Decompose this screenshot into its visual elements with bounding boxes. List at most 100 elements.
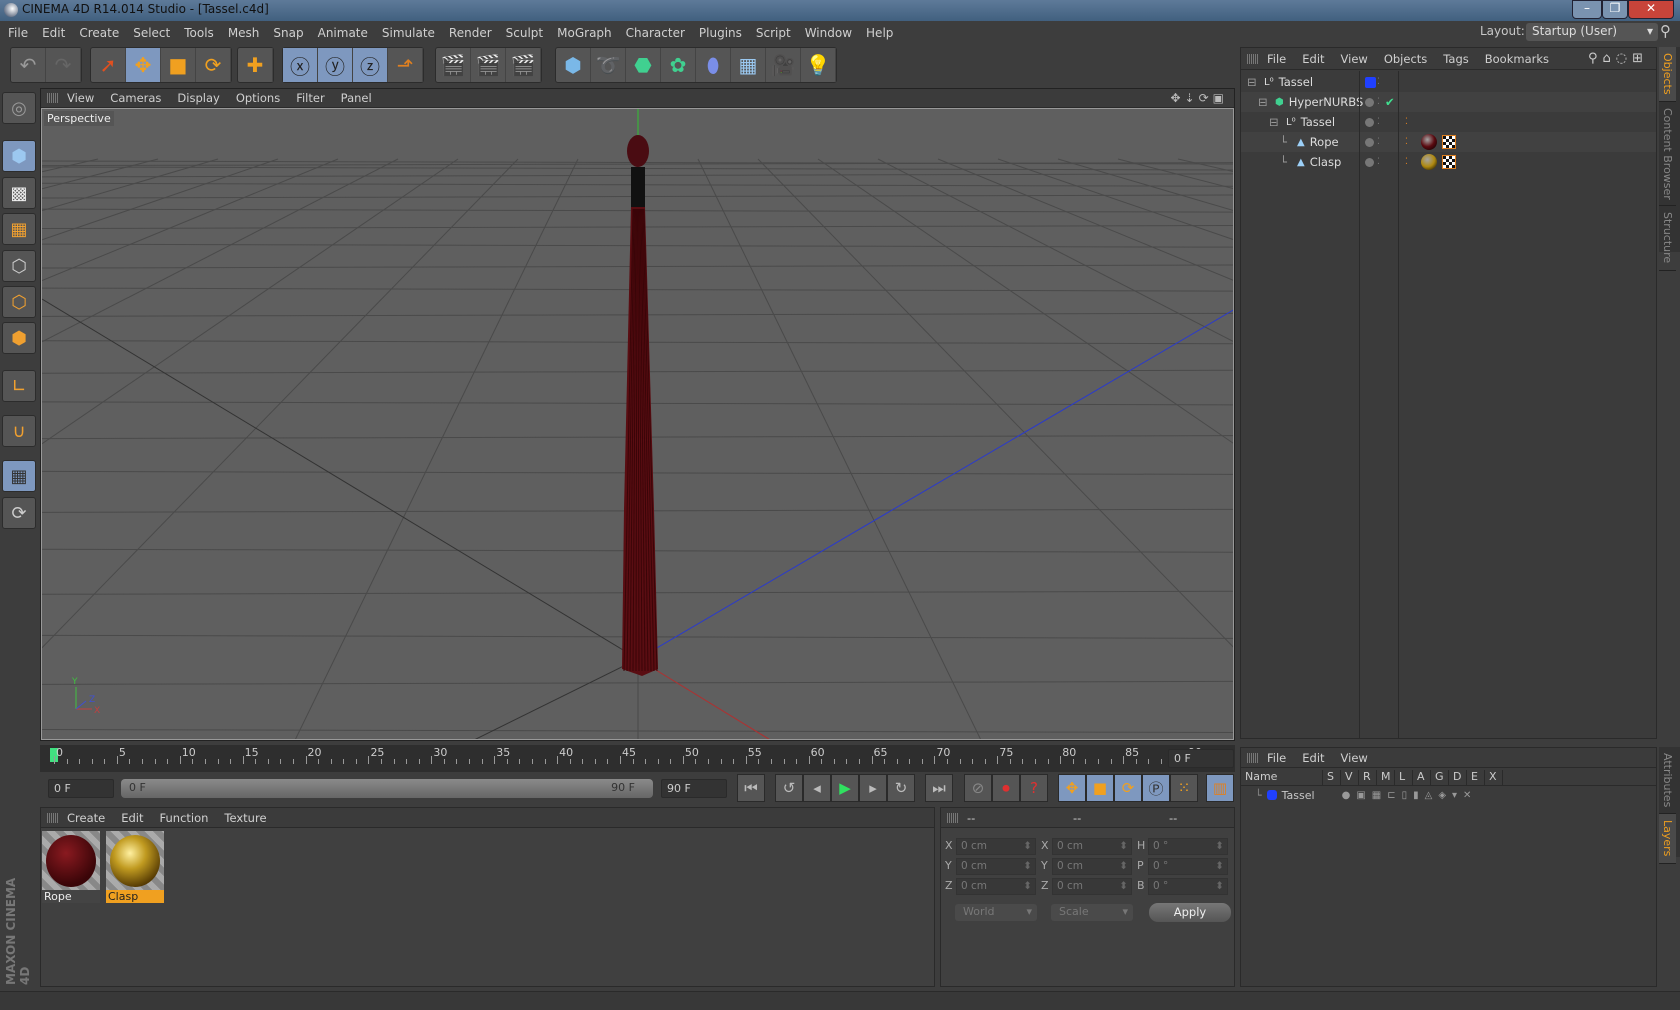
coordinate-field[interactable]: 0 cm ⬍ bbox=[956, 858, 1036, 875]
visibility-dot-icon[interactable] bbox=[1365, 157, 1374, 167]
snap-magnet-icon[interactable]: ∪ bbox=[2, 415, 36, 447]
key-parameter-icon[interactable]: Ⓟ bbox=[1142, 774, 1170, 802]
coordinate-field[interactable]: 0 ° ⬍ bbox=[1148, 878, 1228, 895]
column-header-l[interactable]: L bbox=[1395, 770, 1413, 785]
column-header-m[interactable]: M bbox=[1377, 770, 1395, 785]
tab-layers[interactable]: Layers bbox=[1659, 814, 1676, 864]
cube-icon[interactable]: ⬢ bbox=[556, 48, 591, 82]
menu-mograph[interactable]: MoGraph bbox=[557, 26, 612, 40]
layout-dropdown[interactable]: Startup (User) ▾ bbox=[1526, 23, 1658, 41]
floor-icon[interactable]: ▦ bbox=[731, 48, 766, 82]
menu-window[interactable]: Window bbox=[805, 26, 852, 40]
view-navigation-icons[interactable]: ✥⇣⟳▣ bbox=[1170, 91, 1228, 105]
render-picture-viewer-icon[interactable]: 🎬 bbox=[471, 48, 506, 82]
column-header-x[interactable]: X bbox=[1485, 770, 1503, 785]
model-mode-icon[interactable]: ⬢ bbox=[2, 140, 36, 172]
layer-flag-icons[interactable]: ●▣▦⊏▯▮◬◈▾✕ bbox=[1342, 790, 1478, 801]
object-row[interactable]: ⊟ ⬢ HyperNURBS ⁚ ✔ bbox=[1241, 92, 1656, 112]
previous-frame-icon[interactable]: ◂ bbox=[803, 774, 831, 802]
restore-button[interactable]: ❐ bbox=[1602, 0, 1628, 19]
material-tag-icon[interactable] bbox=[1421, 154, 1437, 170]
scale-icon[interactable]: ■ bbox=[161, 48, 196, 82]
column-header-d[interactable]: D bbox=[1449, 770, 1467, 785]
grip-handle[interactable] bbox=[947, 812, 959, 823]
material-rope[interactable]: Rope bbox=[42, 831, 100, 903]
close-button[interactable]: ✕ bbox=[1628, 0, 1674, 19]
key-scale-icon[interactable]: ■ bbox=[1086, 774, 1114, 802]
grip-handle[interactable] bbox=[1247, 752, 1259, 763]
menu-display[interactable]: Display bbox=[177, 91, 219, 105]
menu-tags[interactable]: Tags bbox=[1443, 52, 1468, 66]
menu-edit[interactable]: Edit bbox=[1302, 751, 1324, 765]
object-row[interactable]: └ ▲ Clasp ⁚ ⁚ bbox=[1241, 152, 1656, 172]
menu-plugins[interactable]: Plugins bbox=[699, 26, 742, 40]
menu-character[interactable]: Character bbox=[626, 26, 685, 40]
menu-mesh[interactable]: Mesh bbox=[228, 26, 260, 40]
column-header-name[interactable]: Name bbox=[1241, 770, 1323, 785]
coordinate-field[interactable]: 0 cm ⬍ bbox=[1052, 878, 1132, 895]
transform-mode-dropdown[interactable]: Scale ▾ bbox=[1051, 904, 1133, 921]
go-to-previous-key-icon[interactable]: ↺ bbox=[775, 774, 803, 802]
planar-workplane-icon[interactable]: ⟳ bbox=[2, 497, 36, 529]
polygons-mode-icon[interactable]: ⬢ bbox=[2, 322, 36, 354]
tab-content-browser[interactable]: Content Browser bbox=[1659, 102, 1676, 207]
menu-filter[interactable]: Filter bbox=[296, 91, 324, 105]
coordinate-field[interactable]: 0 cm ⬍ bbox=[1052, 838, 1132, 855]
live-selection-icon[interactable]: ➚ bbox=[91, 48, 126, 82]
menu-script[interactable]: Script bbox=[756, 26, 791, 40]
tab-attributes[interactable]: Attributes bbox=[1659, 747, 1676, 815]
menu-render[interactable]: Render bbox=[449, 26, 492, 40]
menu-file[interactable]: File bbox=[1267, 52, 1286, 66]
column-header-e[interactable]: E bbox=[1467, 770, 1485, 785]
go-to-start-icon[interactable]: ⏮ bbox=[737, 774, 765, 802]
coordinate-system-icon[interactable]: ⬏ bbox=[388, 48, 423, 82]
menu-bookmarks[interactable]: Bookmarks bbox=[1485, 52, 1549, 66]
render-dots-icon[interactable]: ⁚ bbox=[1377, 77, 1380, 87]
visibility-dot-icon[interactable] bbox=[1365, 137, 1374, 147]
menu-cameras[interactable]: Cameras bbox=[110, 91, 161, 105]
edges-mode-icon[interactable]: ⬡ bbox=[2, 286, 36, 318]
render-view-icon[interactable]: 🎬 bbox=[436, 48, 471, 82]
uvw-tag-icon[interactable] bbox=[1442, 155, 1456, 169]
menu-animate[interactable]: Animate bbox=[318, 26, 368, 40]
autokeying-icon[interactable]: ⏺ bbox=[992, 774, 1020, 802]
x-axis-icon[interactable]: ⓧ bbox=[283, 48, 318, 82]
rotate-icon[interactable]: ⟳ bbox=[196, 48, 231, 82]
render-dots-icon[interactable]: ⁚ bbox=[1377, 97, 1380, 107]
go-to-end-icon[interactable]: ⏭ bbox=[925, 774, 953, 802]
render-dots-icon[interactable]: ⁚ bbox=[1377, 157, 1380, 167]
menu-help[interactable]: Help bbox=[866, 26, 893, 40]
uvw-tag-icon[interactable] bbox=[1442, 135, 1456, 149]
menu-tools[interactable]: Tools bbox=[184, 26, 214, 40]
menu-texture[interactable]: Texture bbox=[224, 811, 266, 825]
z-axis-icon[interactable]: ⓩ bbox=[353, 48, 388, 82]
collapse-toggle-icon[interactable]: ⊟ bbox=[1269, 115, 1281, 129]
coordinate-field[interactable]: 0 cm ⬍ bbox=[956, 838, 1036, 855]
light-icon[interactable]: 💡 bbox=[801, 48, 836, 82]
column-header-v[interactable]: V bbox=[1341, 770, 1359, 785]
visibility-dot-icon[interactable] bbox=[1365, 97, 1374, 107]
render-dots-icon[interactable]: ⁚ bbox=[1377, 137, 1380, 147]
record-keys-icon[interactable]: ⊘ bbox=[964, 774, 992, 802]
workplane-lock-icon[interactable]: ▦ bbox=[2, 460, 36, 492]
menu-file[interactable]: File bbox=[8, 26, 28, 40]
coordinate-mode-dropdown[interactable]: World ▾ bbox=[955, 904, 1037, 921]
column-header-a[interactable]: A bbox=[1413, 770, 1431, 785]
layer-row[interactable]: └ Tassel ●▣▦⊏▯▮◬◈▾✕ bbox=[1241, 786, 1656, 804]
undo-icon[interactable]: ↶ bbox=[11, 48, 46, 82]
menu-sculpt[interactable]: Sculpt bbox=[506, 26, 543, 40]
texture-mode-icon[interactable]: ▩ bbox=[2, 177, 36, 209]
3d-viewport[interactable]: Y Z X Perspective bbox=[41, 108, 1234, 740]
menu-create[interactable]: Create bbox=[67, 811, 105, 825]
menu-function[interactable]: Function bbox=[160, 811, 209, 825]
render-dots-icon[interactable]: ⁚ bbox=[1377, 117, 1380, 127]
make-editable-icon[interactable]: ◎ bbox=[2, 92, 36, 124]
key-position-icon[interactable]: ✥ bbox=[1058, 774, 1086, 802]
points-mode-icon[interactable]: ⬡ bbox=[2, 250, 36, 282]
key-pla-icon[interactable]: ⁙ bbox=[1170, 774, 1198, 802]
menu-edit[interactable]: Edit bbox=[121, 811, 143, 825]
search-icon[interactable]: ⚲ bbox=[1660, 22, 1671, 40]
nurbs-icon[interactable]: ⬣ bbox=[626, 48, 661, 82]
redo-icon[interactable]: ↷ bbox=[46, 48, 81, 82]
enabled-check-icon[interactable]: ✔ bbox=[1385, 95, 1395, 109]
